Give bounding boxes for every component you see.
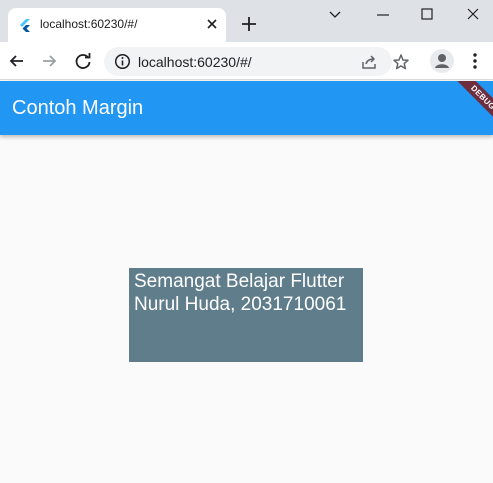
reload-icon[interactable]	[72, 50, 94, 72]
forward-arrow-icon[interactable]	[38, 50, 60, 72]
app-bar: Contoh Margin DEBUG	[0, 81, 493, 135]
margin-container: Semangat Belajar Flutter Nurul Huda, 203…	[129, 268, 363, 362]
content-line-1: Semangat Belajar Flutter	[134, 271, 345, 292]
plus-icon[interactable]	[240, 15, 258, 33]
debug-banner: DEBUG	[446, 81, 493, 134]
page-title: Contoh Margin	[12, 97, 144, 119]
tab-title: localhost:60230/#/	[40, 17, 138, 31]
browser-tab-strip: localhost:60230/#/	[0, 0, 493, 42]
profile-icon[interactable]	[430, 49, 454, 73]
window-close-icon[interactable]	[458, 4, 488, 26]
url-text: localhost:60230/#/	[138, 54, 252, 70]
flutter-icon	[18, 18, 32, 32]
back-arrow-icon[interactable]	[6, 50, 28, 72]
minimize-icon[interactable]	[368, 4, 398, 26]
menu-dots-icon[interactable]	[466, 51, 484, 71]
browser-tab[interactable]: localhost:60230/#/	[8, 8, 226, 42]
chevron-down-icon[interactable]	[320, 4, 350, 26]
content-line-2: Nurul Huda, 2031710061	[134, 294, 347, 315]
share-icon[interactable]	[360, 53, 378, 71]
info-icon[interactable]	[114, 53, 131, 70]
maximize-icon[interactable]	[412, 4, 442, 26]
address-bar[interactable]: localhost:60230/#/	[104, 47, 409, 76]
browser-toolbar: localhost:60230/#/	[0, 42, 493, 80]
star-icon[interactable]	[392, 53, 410, 71]
close-icon[interactable]	[204, 16, 220, 32]
